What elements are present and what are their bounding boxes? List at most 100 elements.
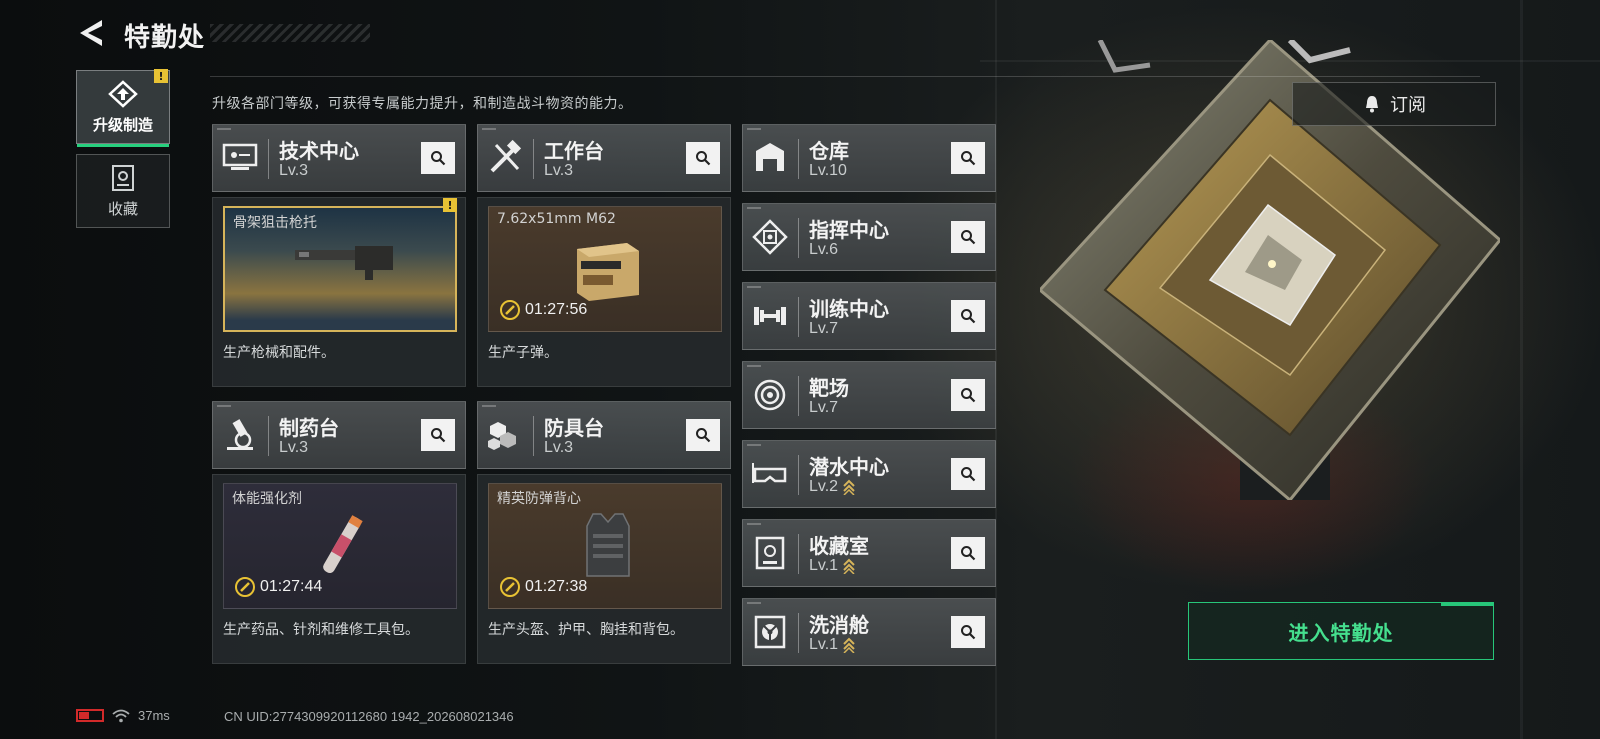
enter-special-ops-button[interactable]: 进入特勤处 — [1188, 602, 1494, 660]
facility-name: 收藏室 — [809, 534, 869, 558]
facility-level: Lv.6 — [809, 241, 838, 259]
inspect-button[interactable] — [951, 616, 985, 648]
item-name: 7.62x51mm M62 — [497, 211, 616, 227]
facility-level: Lv.7 — [809, 399, 838, 417]
facility-level-value: Lv.1 — [809, 557, 839, 574]
inspect-button[interactable] — [951, 142, 985, 174]
divider — [533, 416, 534, 456]
upgrade-build-icon — [108, 79, 138, 108]
facility-warehouse[interactable]: 仓库 Lv.10 — [742, 124, 996, 192]
divider — [268, 416, 269, 456]
collection-icon — [112, 164, 134, 191]
inspect-button[interactable] — [686, 142, 720, 174]
facility-trophy-case[interactable]: 收藏室 Lv.1 — [742, 519, 996, 587]
inspect-button[interactable] — [951, 458, 985, 490]
item-name: 体能强化剂 — [232, 491, 302, 507]
search-icon — [696, 151, 711, 166]
production-slot-tech-center[interactable]: 骨架狙击枪托 ! 生产枪械和配件。 — [212, 197, 466, 387]
inspect-button[interactable] — [686, 419, 720, 451]
facility-name: 靶场 — [809, 376, 849, 400]
facility-name: 仓库 — [809, 139, 849, 163]
diving-mask-icon — [752, 463, 787, 483]
divider — [798, 455, 799, 495]
search-icon — [961, 309, 976, 324]
facility-diving-mask[interactable]: 潜水中心 Lv.2 — [742, 440, 996, 508]
corner-accent — [1441, 603, 1493, 606]
facility-level: Lv.10 — [809, 162, 847, 180]
dumbbell-icon — [754, 307, 786, 325]
search-icon — [961, 625, 976, 640]
upgrade-available-icon — [843, 479, 855, 495]
monitor-icon — [222, 143, 258, 170]
facility-level-value: Lv.2 — [809, 478, 839, 495]
item-thumbnail: 7.62x51mm M62 01:27:56 — [488, 206, 722, 332]
item-thumbnail: 体能强化剂 01:27:44 — [223, 483, 457, 609]
divider — [798, 613, 799, 653]
chip-icon — [752, 219, 788, 255]
production-slot-pharmacy[interactable]: 体能强化剂 01:27:44 生产药品、针剂和维修工具包。 — [212, 474, 466, 664]
corner-mark — [482, 128, 496, 130]
corner-mark — [482, 405, 496, 407]
slot-warning-badge: ! — [443, 198, 457, 212]
tab-warning-badge: ! — [154, 69, 168, 83]
inspect-button[interactable] — [421, 142, 455, 174]
dept-pharmacy[interactable]: 制药台 Lv.3 — [212, 401, 466, 469]
search-icon — [961, 388, 976, 403]
tab-upgrade-build-label: 升级制造 — [92, 115, 153, 134]
inspect-button[interactable] — [951, 379, 985, 411]
armor-blocks-icon — [488, 422, 516, 450]
subscribe-label: 订阅 — [1390, 95, 1426, 116]
dept-name: 制药台 — [279, 416, 339, 440]
production-timer: 01:27:38 — [499, 576, 587, 598]
dept-description: 生产枪械和配件。 — [223, 345, 335, 361]
dept-name: 工作台 — [544, 139, 604, 163]
back-icon[interactable] — [76, 18, 106, 48]
microscope-icon — [227, 419, 253, 450]
enter-button-label: 进入特勤处 — [1288, 620, 1394, 645]
search-icon — [961, 467, 976, 482]
inspect-button[interactable] — [951, 221, 985, 253]
subscribe-button[interactable]: 订阅 — [1292, 82, 1496, 126]
dept-level: Lv.3 — [544, 162, 574, 179]
dept-name: 防具台 — [544, 416, 604, 440]
dept-workbench[interactable]: 工作台 Lv.3 — [477, 124, 731, 192]
dept-level: Lv.3 — [279, 439, 309, 456]
rifle-stock-image — [295, 246, 393, 280]
inspect-button[interactable] — [421, 419, 455, 451]
dept-tech-center[interactable]: 技术中心 Lv.3 — [212, 124, 466, 192]
item-name: 精英防弹背心 — [497, 491, 581, 507]
production-slot-armor-bench[interactable]: 精英防弹背心 01:27:38 生产头盔、护甲、胸挂和背包。 — [477, 474, 731, 664]
corner-mark — [747, 207, 761, 209]
divider — [533, 139, 534, 179]
inspect-button[interactable] — [951, 537, 985, 569]
facility-level: Lv.1 — [809, 636, 856, 654]
facility-level-value: Lv.10 — [809, 162, 847, 179]
dept-description: 生产药品、针剂和维修工具包。 — [223, 622, 419, 638]
corner-mark — [747, 365, 761, 367]
dept-armor-bench[interactable]: 防具台 Lv.3 — [477, 401, 731, 469]
upgrade-available-icon — [843, 558, 855, 574]
facility-chip[interactable]: 指挥中心 Lv.6 — [742, 203, 996, 271]
tab-collection[interactable]: 收藏 — [76, 154, 170, 228]
facility-dumbbell[interactable]: 训练中心 Lv.7 — [742, 282, 996, 350]
facility-name: 训练中心 — [809, 297, 889, 321]
page-description: 升级各部门等级，可获得专属能力提升，和制造战斗物资的能力。 — [212, 96, 633, 112]
search-icon — [696, 428, 711, 443]
search-icon — [961, 546, 976, 561]
facility-level: Lv.7 — [809, 320, 838, 338]
corner-mark — [747, 286, 761, 288]
facility-radiation[interactable]: 洗消舱 Lv.1 — [742, 598, 996, 666]
facility-level: Lv.2 — [809, 478, 856, 496]
facility-name: 潜水中心 — [809, 455, 889, 479]
target-icon — [754, 379, 786, 411]
corner-mark — [747, 523, 761, 525]
wrench-timer-icon — [500, 577, 520, 597]
trophy-case-icon — [755, 536, 785, 570]
search-icon — [431, 428, 446, 443]
inspect-button[interactable] — [951, 300, 985, 332]
facility-target[interactable]: 靶场 Lv.7 — [742, 361, 996, 429]
divider — [268, 139, 269, 179]
facility-level-value: Lv.7 — [809, 320, 839, 337]
facility-name: 洗消舱 — [809, 613, 869, 637]
production-slot-workbench[interactable]: 7.62x51mm M62 01:27:56 生产子弹。 — [477, 197, 731, 387]
